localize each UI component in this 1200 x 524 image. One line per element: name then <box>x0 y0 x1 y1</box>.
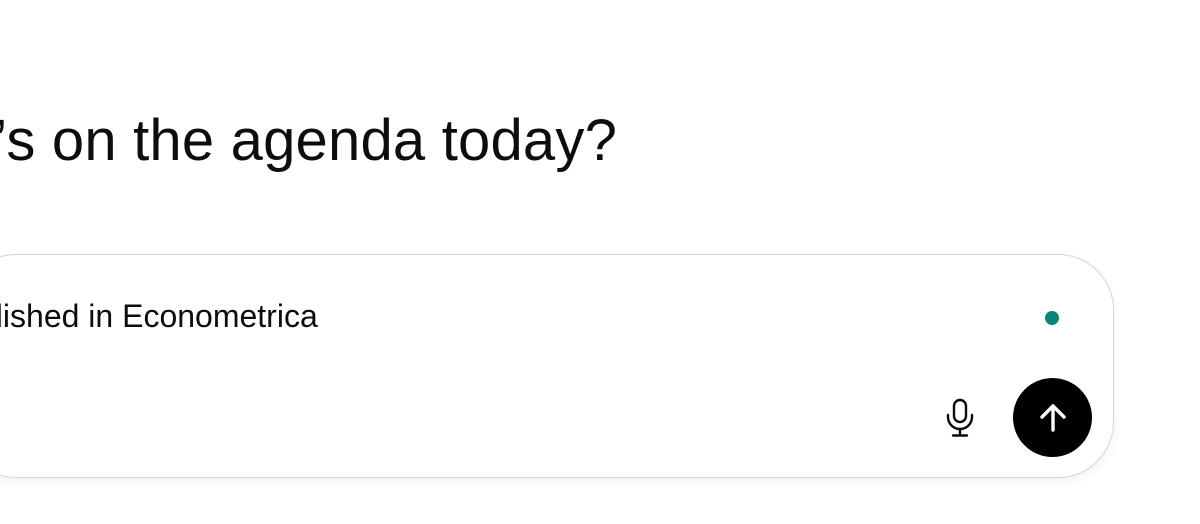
status-dot-indicator <box>1045 311 1059 325</box>
prompt-input-text[interactable]: blished in Econometrica <box>0 296 318 336</box>
arrow-up-icon <box>1036 401 1070 435</box>
send-button[interactable] <box>1013 378 1092 457</box>
voice-input-button[interactable] <box>936 394 984 442</box>
microphone-icon <box>943 398 977 438</box>
page-heading: t’s on the agenda today? <box>0 108 618 173</box>
prompt-composer[interactable] <box>0 254 1114 478</box>
